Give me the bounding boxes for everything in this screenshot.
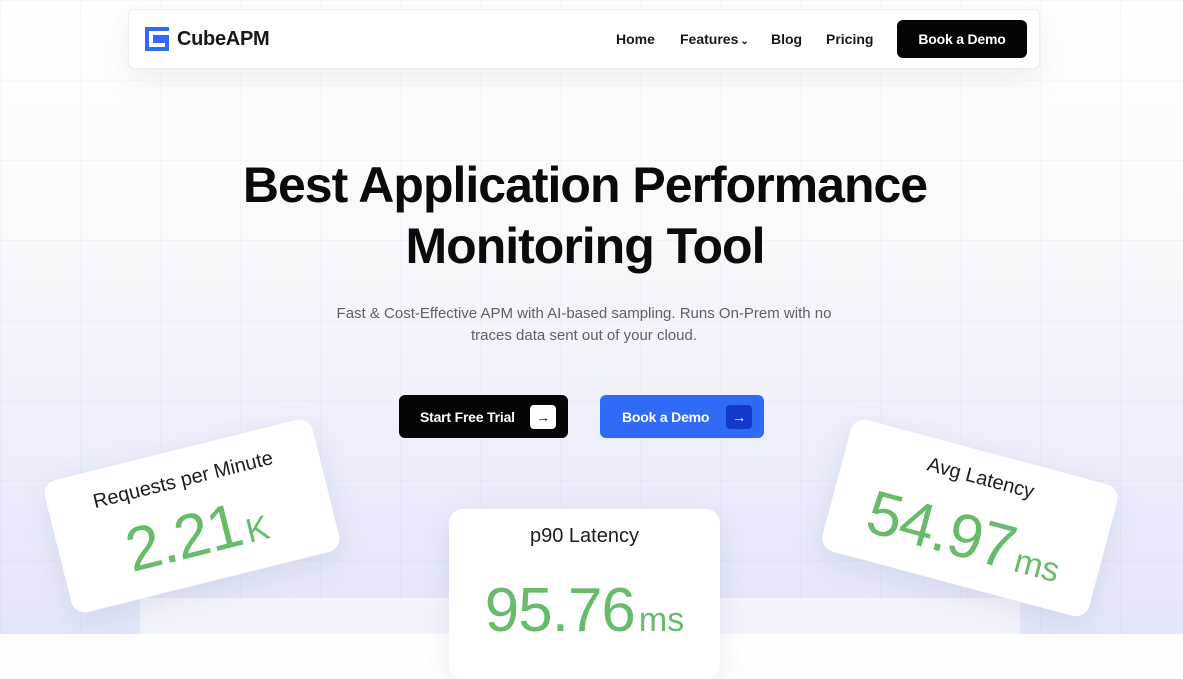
p90-value-unit: ms [638, 601, 685, 639]
p90-value-number: 95.76 [484, 576, 636, 645]
arrow-right-icon: → [726, 405, 752, 429]
navbar: CubeAPM Home Features ⌄ Blog Pricing Book… [128, 9, 1040, 69]
nav-home[interactable]: Home [616, 31, 655, 47]
nav-book-demo-button[interactable]: Book a Demo [897, 20, 1027, 58]
requests-value-unit: K [241, 508, 274, 551]
nav-blog[interactable]: Blog [771, 31, 802, 47]
hero-title-line2: Monitoring Tool [405, 218, 766, 274]
avg-value-unit: ms [1010, 541, 1064, 591]
chevron-down-icon: ⌄ [740, 36, 749, 47]
requests-value-number: 2.21 [118, 490, 249, 586]
p90-latency-label: p90 Latency [530, 525, 639, 547]
nav-pricing[interactable]: Pricing [826, 31, 873, 47]
hero-subtitle-line1: Fast & Cost-Effective APM with AI-based … [336, 305, 832, 322]
book-demo-button[interactable]: Book a Demo → [600, 395, 764, 438]
start-free-trial-button[interactable]: Start Free Trial → [399, 395, 568, 438]
hero-title-line1: Best Application Performance [242, 157, 928, 213]
nav-features[interactable]: Features ⌄ [680, 31, 749, 47]
arrow-right-icon: → [530, 405, 556, 429]
p90-latency-value: 95.76 ms [449, 575, 720, 646]
hero-subtitle-line2: traces data sent out of your cloud. [471, 327, 697, 344]
logo[interactable]: CubeAPM [145, 27, 270, 51]
start-free-trial-label: Start Free Trial [420, 408, 515, 425]
book-demo-label: Book a Demo [622, 408, 710, 425]
logo-icon [145, 27, 169, 51]
p90-latency-card: p90 Latency 95.76 ms [449, 509, 720, 679]
brand-name: CubeAPM [177, 27, 270, 50]
hero-subtitle: Fast & Cost-Effective APM with AI-based … [300, 303, 868, 347]
hero-title: Best Application Performance Monitoring … [170, 155, 1000, 277]
nav-features-label: Features [680, 31, 739, 47]
